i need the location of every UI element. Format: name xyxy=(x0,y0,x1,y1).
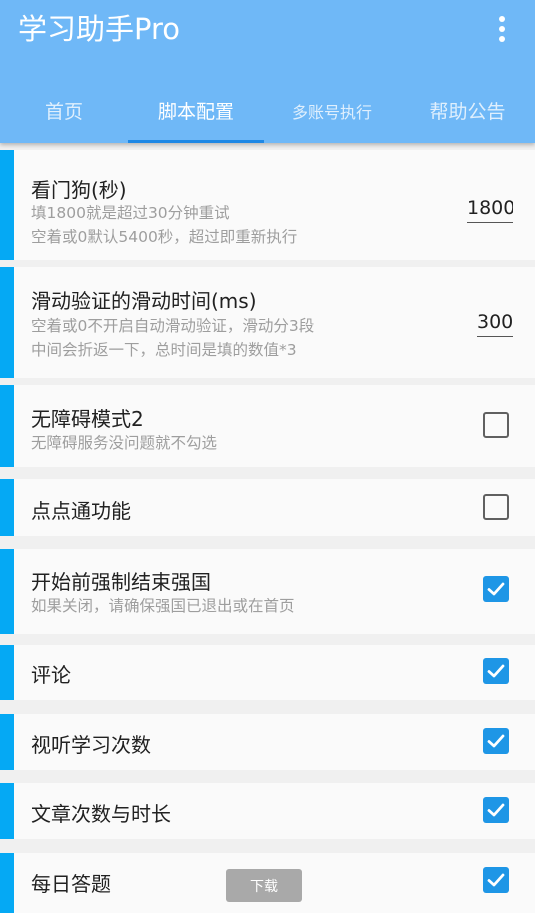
check-icon xyxy=(487,873,505,887)
setting-desc: 填1800就是超过30分钟重试 xyxy=(31,204,230,222)
accent-bar xyxy=(0,714,14,770)
setting-force-close[interactable]: 开始前强制结束强国 如果关闭，请确保强国已退出或在首页 xyxy=(0,549,535,634)
setting-audio-visual[interactable]: 视听学习次数 xyxy=(0,714,535,770)
accent-bar xyxy=(0,645,14,700)
setting-desc: 中间会折返一下，总时间是填的数值*3 xyxy=(31,341,297,359)
slide-time-input[interactable] xyxy=(477,311,513,337)
setting-slide-verify-time: 滑动验证的滑动时间(ms) 空着或0不开启自动滑动验证，滑动分3段 中间会折返一… xyxy=(0,267,535,378)
app-bar: 学习助手Pro 首页 脚本配置 多账号执行 帮助公告 xyxy=(0,0,535,143)
setting-title: 评论 xyxy=(31,663,71,687)
tab-home[interactable]: 首页 xyxy=(0,78,128,143)
setting-title: 每日答题 xyxy=(31,872,111,896)
setting-accessibility-mode2[interactable]: 无障碍模式2 无障碍服务没问题就不勾选 xyxy=(0,385,535,467)
setting-title: 文章次数与时长 xyxy=(31,802,171,826)
setting-desc: 无障碍服务没问题就不勾选 xyxy=(31,434,218,452)
accent-bar xyxy=(0,385,14,467)
accessibility-mode2-checkbox[interactable] xyxy=(483,412,509,438)
accent-bar xyxy=(0,267,14,378)
check-icon xyxy=(487,582,505,596)
setting-desc: 如果关闭，请确保强国已退出或在首页 xyxy=(31,597,295,615)
tab-home-label: 首页 xyxy=(44,101,83,123)
accent-bar xyxy=(0,549,14,634)
daily-quiz-checkbox[interactable] xyxy=(483,867,509,893)
setting-title: 滑动验证的滑动时间(ms) xyxy=(31,289,257,313)
accent-bar xyxy=(0,783,14,839)
app-title: 学习助手Pro xyxy=(18,12,181,46)
diandiantong-checkbox[interactable] xyxy=(483,494,509,520)
check-icon xyxy=(487,734,505,748)
setting-article-count[interactable]: 文章次数与时长 xyxy=(0,783,535,839)
setting-title: 无障碍模式2 xyxy=(31,407,144,431)
tab-script-config-label: 脚本配置 xyxy=(157,101,234,123)
setting-desc: 空着或0不开启自动滑动验证，滑动分3段 xyxy=(31,317,315,335)
more-vert-icon[interactable] xyxy=(487,12,517,46)
setting-comment[interactable]: 评论 xyxy=(0,645,535,700)
audio-visual-checkbox[interactable] xyxy=(483,728,509,754)
tab-bar: 首页 脚本配置 多账号执行 帮助公告 xyxy=(0,78,535,143)
tab-multi-account[interactable]: 多账号执行 xyxy=(264,78,400,143)
comment-checkbox[interactable] xyxy=(483,658,509,684)
watchdog-seconds-input[interactable] xyxy=(467,197,513,223)
setting-diandiantong[interactable]: 点点通功能 xyxy=(0,479,535,536)
setting-title: 开始前强制结束强国 xyxy=(31,570,211,594)
setting-watchdog: 看门狗(秒) 填1800就是超过30分钟重试 空着或0默认5400秒，超过即重新… xyxy=(0,150,535,260)
check-icon xyxy=(487,803,505,817)
force-close-checkbox[interactable] xyxy=(483,576,509,602)
article-count-checkbox[interactable] xyxy=(483,797,509,823)
setting-title: 视听学习次数 xyxy=(31,733,151,757)
setting-desc: 空着或0默认5400秒，超过即重新执行 xyxy=(31,228,298,246)
tab-script-config[interactable]: 脚本配置 xyxy=(128,78,264,143)
accent-bar xyxy=(0,853,14,913)
tab-help[interactable]: 帮助公告 xyxy=(400,78,535,143)
setting-title: 点点通功能 xyxy=(31,499,131,523)
tab-help-label: 帮助公告 xyxy=(429,101,506,123)
tab-multi-account-label: 多账号执行 xyxy=(291,102,372,122)
accent-bar xyxy=(0,479,14,536)
download-toast: 下载 xyxy=(226,869,302,902)
accent-bar xyxy=(0,150,14,260)
setting-title: 看门狗(秒) xyxy=(31,178,127,202)
check-icon xyxy=(487,664,505,678)
